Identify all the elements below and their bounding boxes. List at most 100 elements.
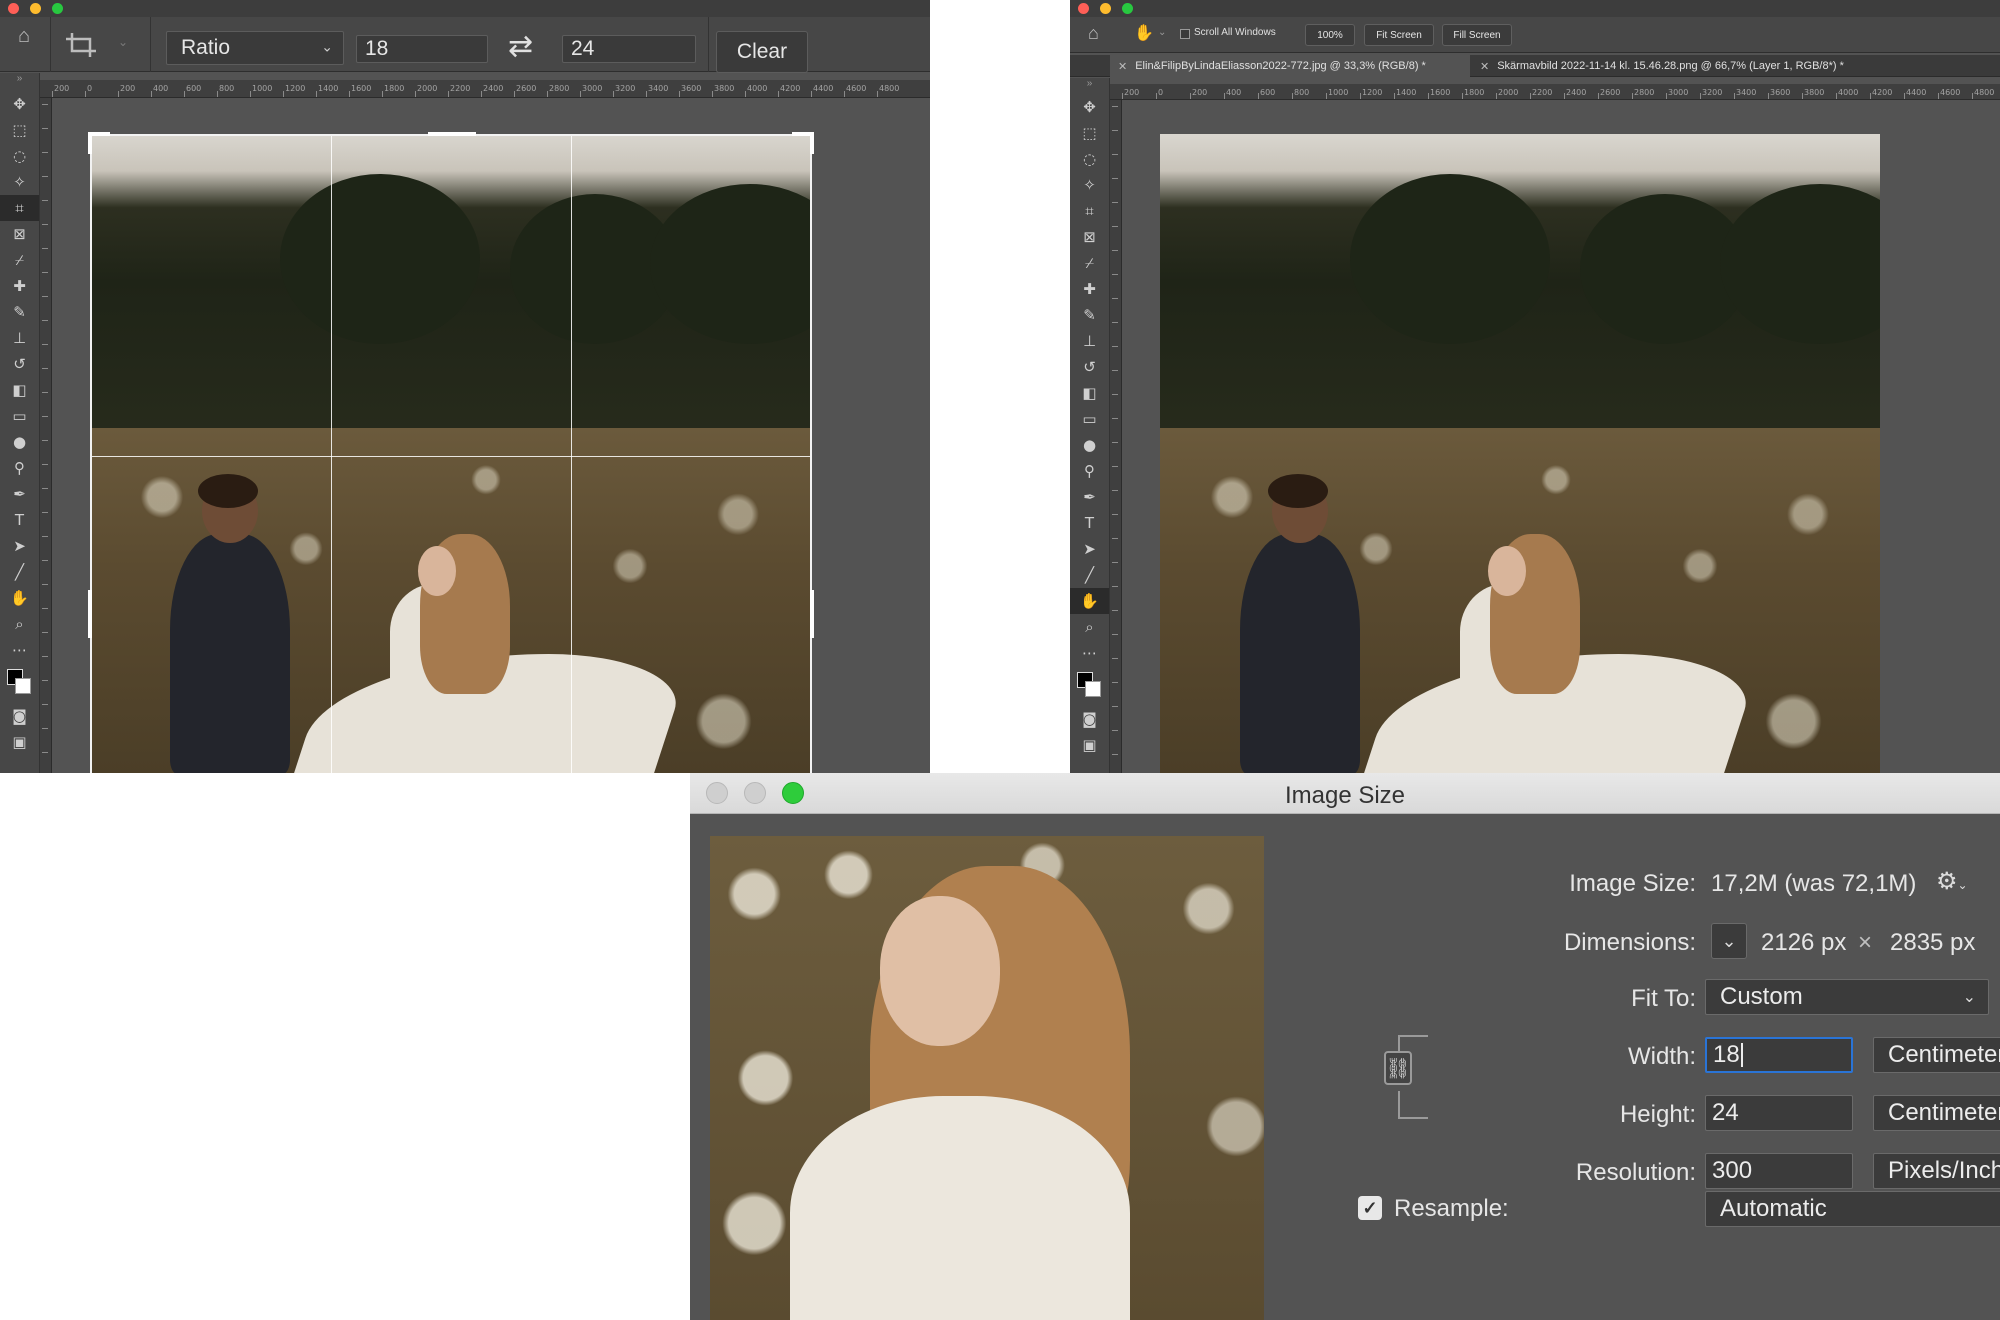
line-icon[interactable]: ╱ xyxy=(0,559,39,585)
stamp-icon[interactable]: ⊥ xyxy=(1070,328,1109,354)
zoom-window-button[interactable] xyxy=(1122,3,1133,14)
brush-icon[interactable]: ✎ xyxy=(1070,302,1109,328)
dimensions-unit-dropdown[interactable]: ⌄ xyxy=(1711,923,1747,959)
ruler-tick-label: 2600 xyxy=(1600,88,1621,97)
crop-handle-left[interactable] xyxy=(88,590,92,638)
crop-width-input[interactable]: 18 xyxy=(356,35,488,63)
crop-icon[interactable] xyxy=(64,31,104,59)
crop-ratio-select[interactable]: Ratio ⌄ xyxy=(166,31,344,65)
more-tools-icon[interactable]: ⋯ xyxy=(1070,640,1109,666)
more-tools-icon[interactable]: ⋯ xyxy=(0,637,39,663)
move-icon[interactable]: ✥ xyxy=(0,91,39,117)
path-select-icon[interactable]: ➤ xyxy=(1070,536,1109,562)
close-window-button[interactable] xyxy=(1078,3,1089,14)
crop-handle-top-right[interactable] xyxy=(810,132,814,154)
lasso-icon[interactable]: ◌ xyxy=(1070,146,1109,172)
hand-icon[interactable]: ✋ xyxy=(1070,588,1109,614)
constrain-proportions-link-icon[interactable]: ⛓ xyxy=(1384,1051,1412,1085)
eyedropper-icon[interactable]: ⌿ xyxy=(0,247,39,273)
image-preview[interactable] xyxy=(710,836,1264,1320)
resample-checkbox[interactable]: ✓ xyxy=(1358,1196,1382,1220)
zoom-icon[interactable]: ⌕ xyxy=(0,611,39,637)
canvas-photo[interactable] xyxy=(1160,134,1880,773)
crop-tool-icon[interactable]: ⌗ xyxy=(0,195,39,221)
fit-screen-button[interactable]: Fit Screen xyxy=(1364,24,1434,46)
width-input[interactable]: 18 xyxy=(1705,1037,1853,1073)
panel-collapse-icon[interactable]: » xyxy=(1070,78,1109,94)
type-icon[interactable]: T xyxy=(1070,510,1109,536)
history-brush-icon[interactable]: ↺ xyxy=(0,351,39,377)
ruler-tick xyxy=(42,344,48,345)
resolution-unit-select[interactable]: Pixels/Inch ⌄ xyxy=(1873,1153,2000,1189)
fit-to-select[interactable]: Custom ⌄ xyxy=(1705,979,1989,1015)
blur-icon[interactable]: ● xyxy=(0,429,39,455)
marquee-icon[interactable]: ⬚ xyxy=(1070,120,1109,146)
close-tab-icon[interactable]: ✕ xyxy=(1480,60,1489,73)
crop-handle-top-left[interactable] xyxy=(88,132,92,154)
type-icon[interactable]: T xyxy=(0,507,39,533)
dodge-icon[interactable]: ⚲ xyxy=(1070,458,1109,484)
history-brush-icon[interactable]: ↺ xyxy=(1070,354,1109,380)
magic-wand-icon[interactable]: ✧ xyxy=(1070,172,1109,198)
zoom-window-button[interactable] xyxy=(52,3,63,14)
height-input[interactable]: 24 xyxy=(1705,1095,1853,1131)
lasso-icon[interactable]: ◌ xyxy=(0,143,39,169)
eyedropper-icon[interactable]: ⌿ xyxy=(1070,250,1109,276)
healing-brush-icon[interactable]: ✚ xyxy=(0,273,39,299)
clear-button[interactable]: Clear xyxy=(716,31,808,73)
scroll-all-windows-checkbox[interactable] xyxy=(1180,29,1190,39)
line-icon[interactable]: ╱ xyxy=(1070,562,1109,588)
marquee-icon[interactable]: ⬚ xyxy=(0,117,39,143)
chevron-down-icon[interactable]: ⌄ xyxy=(1158,27,1166,38)
color-swatches-icon[interactable] xyxy=(0,663,39,703)
home-icon[interactable]: ⌂ xyxy=(18,25,30,48)
resolution-input[interactable]: 300 xyxy=(1705,1153,1853,1189)
screen-mode-icon[interactable]: ▣ xyxy=(0,729,39,755)
home-icon[interactable]: ⌂ xyxy=(1088,23,1099,44)
zoom-icon[interactable]: ⌕ xyxy=(1070,614,1109,640)
stamp-icon[interactable]: ⊥ xyxy=(0,325,39,351)
quick-mask-icon[interactable]: ◙ xyxy=(0,703,39,729)
magic-wand-icon[interactable]: ✧ xyxy=(0,169,39,195)
hand-tool-icon[interactable]: ✋ xyxy=(1134,23,1154,42)
gear-icon[interactable]: ⚙⌄ xyxy=(1936,867,1968,895)
pen-icon[interactable]: ✒ xyxy=(1070,484,1109,510)
fill-screen-button[interactable]: Fill Screen xyxy=(1442,24,1512,46)
document-tab[interactable]: ✕ Skärmavbild 2022-11-14 kl. 15.46.28.pn… xyxy=(1472,55,2000,77)
screen-mode-icon[interactable]: ▣ xyxy=(1070,732,1109,758)
close-window-button[interactable] xyxy=(8,3,19,14)
swap-dimensions-icon[interactable]: ⇄ xyxy=(508,29,533,64)
crop-bounding-box[interactable] xyxy=(90,134,812,773)
gradient-icon[interactable]: ▭ xyxy=(1070,406,1109,432)
close-tab-icon[interactable]: ✕ xyxy=(1118,60,1127,73)
frame-icon[interactable]: ⊠ xyxy=(1070,224,1109,250)
gradient-icon[interactable]: ▭ xyxy=(0,403,39,429)
minimize-window-button[interactable] xyxy=(30,3,41,14)
width-unit-select[interactable]: Centimeters ⌄ xyxy=(1873,1037,2000,1073)
move-icon[interactable]: ✥ xyxy=(1070,94,1109,120)
panel-collapse-icon[interactable]: » xyxy=(0,73,39,91)
crop-tool-icon[interactable]: ⌗ xyxy=(1070,198,1109,224)
minimize-window-button[interactable] xyxy=(1100,3,1111,14)
resample-method-select[interactable]: Automatic ⌄ xyxy=(1705,1191,2000,1227)
tool-preset-chevron-icon[interactable]: ⌄ xyxy=(118,35,128,49)
zoom-100-button[interactable]: 100% xyxy=(1305,24,1355,46)
crop-handle-right[interactable] xyxy=(810,590,814,638)
quick-mask-icon[interactable]: ◙ xyxy=(1070,706,1109,732)
brush-icon[interactable]: ✎ xyxy=(0,299,39,325)
ruler-tick xyxy=(283,91,284,97)
path-select-icon[interactable]: ➤ xyxy=(0,533,39,559)
pen-icon[interactable]: ✒ xyxy=(0,481,39,507)
dodge-icon[interactable]: ⚲ xyxy=(0,455,39,481)
hand-icon[interactable]: ✋ xyxy=(0,585,39,611)
document-tab[interactable]: ✕ Elin&FilipByLindaEliasson2022-772.jpg … xyxy=(1110,55,1470,77)
frame-icon[interactable]: ⊠ xyxy=(0,221,39,247)
height-unit-select[interactable]: Centimeters ⌄ xyxy=(1873,1095,2000,1131)
crop-height-input[interactable]: 24 xyxy=(562,35,696,63)
healing-brush-icon[interactable]: ✚ xyxy=(1070,276,1109,302)
eraser-icon[interactable]: ◧ xyxy=(1070,380,1109,406)
blur-icon[interactable]: ● xyxy=(1070,432,1109,458)
crop-handle-top[interactable] xyxy=(428,132,476,136)
color-swatches-icon[interactable] xyxy=(1070,666,1109,706)
eraser-icon[interactable]: ◧ xyxy=(0,377,39,403)
